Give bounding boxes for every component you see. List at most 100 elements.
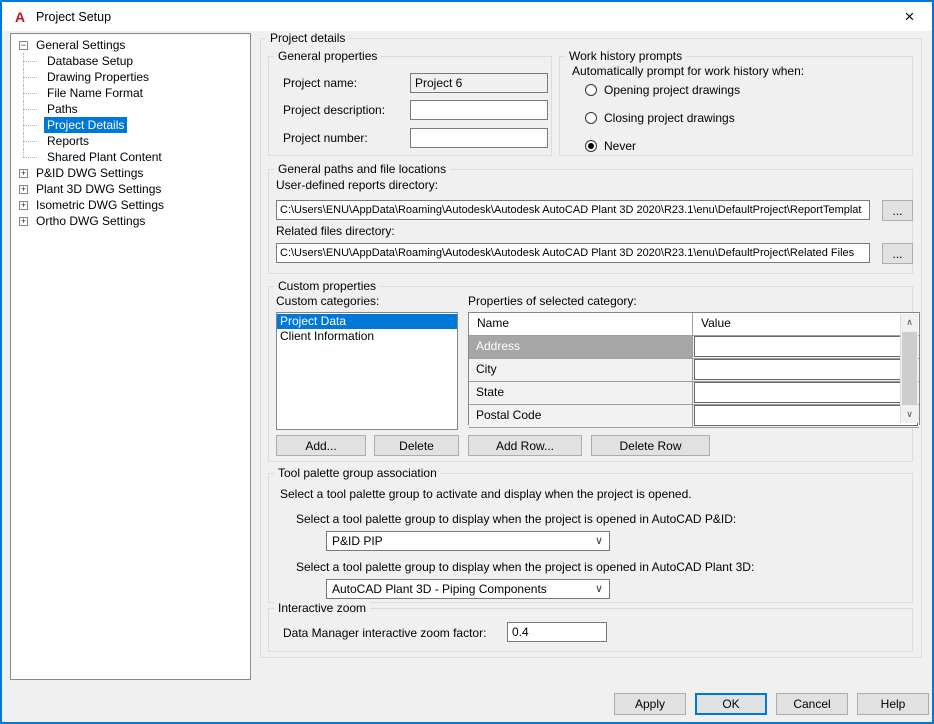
delete-row-button[interactable]: Delete Row — [591, 435, 710, 456]
scroll-down-icon[interactable]: ∨ — [901, 406, 918, 423]
row-value-cell — [693, 359, 919, 381]
window-title: Project Setup — [36, 9, 112, 24]
project-number-field[interactable] — [410, 128, 548, 148]
radio-label: Opening project drawings — [604, 83, 741, 97]
table-header: Name Value — [469, 313, 919, 336]
project-description-field[interactable] — [410, 100, 548, 120]
expand-icon[interactable]: + — [19, 200, 28, 210]
pid-palette-label: Select a tool palette group to display w… — [296, 512, 737, 526]
scrollbar-thumb[interactable] — [902, 332, 917, 405]
tree-item-ortho-dwg-settings[interactable]: + Ortho DWG Settings — [11, 213, 250, 229]
expand-icon[interactable]: + — [19, 216, 28, 226]
row-name-state[interactable]: State — [469, 382, 693, 404]
apply-button[interactable]: Apply — [614, 693, 686, 715]
tree-item-label-selected: Project Details — [44, 117, 128, 133]
reports-directory-field[interactable]: C:\Users\ENU\AppData\Roaming\Autodesk\Au… — [276, 200, 870, 220]
expand-icon[interactable]: + — [19, 168, 28, 178]
cancel-button[interactable]: Cancel — [776, 693, 848, 715]
reports-directory-label: User-defined reports directory: — [276, 178, 439, 192]
ok-button[interactable]: OK — [695, 693, 767, 715]
row-name-address[interactable]: Address — [469, 336, 693, 358]
group-title: General properties — [274, 49, 382, 63]
tree-item-label: P&ID DWG Settings — [36, 166, 144, 180]
project-description-label: Project description: — [283, 103, 386, 117]
project-setup-dialog: A Project Setup × − General Settings Dat… — [0, 0, 934, 724]
row-value-cell — [693, 382, 919, 404]
value-input[interactable] — [694, 382, 918, 403]
tree-item-reports[interactable]: Reports — [11, 133, 250, 149]
radio-opening-project-drawings[interactable]: Opening project drawings — [585, 82, 740, 98]
group-title: Work history prompts — [565, 49, 687, 63]
pid-palette-dropdown[interactable]: P&ID PIP ∨ — [326, 531, 610, 551]
radio-checked-icon — [585, 140, 597, 152]
browse-reports-button[interactable]: ... — [882, 200, 913, 221]
delete-category-button[interactable]: Delete — [374, 435, 459, 456]
expand-icon[interactable]: + — [19, 184, 28, 194]
dropdown-value: AutoCAD Plant 3D - Piping Components — [332, 582, 547, 596]
tree-item-label: Drawing Properties — [47, 70, 150, 84]
custom-categories-listbox: Project Data Client Information — [276, 312, 458, 430]
work-history-prompt-label: Automatically prompt for work history wh… — [572, 64, 805, 78]
group-title: Project details — [266, 31, 350, 45]
tree-item-drawing-properties[interactable]: Drawing Properties — [11, 69, 250, 85]
row-value-cell — [693, 336, 919, 358]
properties-table-label: Properties of selected category: — [468, 294, 637, 308]
group-title: Tool palette group association — [274, 466, 441, 480]
radio-label: Closing project drawings — [604, 111, 735, 125]
category-project-data[interactable]: Project Data — [277, 314, 457, 329]
tree-item-label: General Settings — [36, 38, 126, 52]
tree-item-label: Paths — [47, 102, 78, 116]
radio-label: Never — [604, 139, 637, 153]
chevron-down-icon: ∨ — [594, 535, 603, 547]
close-icon[interactable]: × — [887, 2, 932, 31]
radio-icon — [585, 112, 597, 124]
add-category-button[interactable]: Add... — [276, 435, 366, 456]
tree-item-project-details[interactable]: Project Details — [11, 117, 250, 133]
tree-item-general-settings[interactable]: − General Settings — [11, 37, 250, 53]
category-client-information[interactable]: Client Information — [277, 329, 457, 344]
table-row: City — [469, 359, 919, 382]
tree-item-label: Ortho DWG Settings — [36, 214, 146, 228]
radio-icon — [585, 84, 597, 96]
row-value-cell — [693, 405, 919, 427]
scroll-up-icon[interactable]: ∧ — [901, 314, 918, 331]
column-header-name: Name — [469, 313, 693, 335]
zoom-factor-label: Data Manager interactive zoom factor: — [283, 626, 487, 640]
group-title: General paths and file locations — [274, 162, 451, 176]
value-input[interactable] — [694, 359, 918, 380]
related-files-field[interactable]: C:\Users\ENU\AppData\Roaming\Autodesk\Au… — [276, 243, 870, 263]
tree-item-database-setup[interactable]: Database Setup — [11, 53, 250, 69]
plant3d-palette-dropdown[interactable]: AutoCAD Plant 3D - Piping Components ∨ — [326, 579, 610, 599]
chevron-down-icon: ∨ — [594, 583, 603, 595]
dropdown-value: P&ID PIP — [332, 534, 383, 548]
zoom-factor-field[interactable] — [507, 622, 607, 642]
title-bar: A Project Setup × — [2, 2, 932, 31]
add-row-button[interactable]: Add Row... — [468, 435, 582, 456]
tree-item-isometric-dwg-settings[interactable]: + Isometric DWG Settings — [11, 197, 250, 213]
browse-related-button[interactable]: ... — [882, 243, 913, 264]
settings-tree: − General Settings Database Setup Drawin… — [10, 33, 251, 680]
project-name-field[interactable] — [410, 73, 548, 93]
tree-item-label: Shared Plant Content — [47, 150, 162, 164]
group-title: Interactive zoom — [274, 601, 371, 615]
tree-item-pid-dwg-settings[interactable]: + P&ID DWG Settings — [11, 165, 250, 181]
tree-item-plant3d-dwg-settings[interactable]: + Plant 3D DWG Settings — [11, 181, 250, 197]
autocad-logo-icon: A — [14, 8, 26, 25]
radio-closing-project-drawings[interactable]: Closing project drawings — [585, 110, 735, 126]
value-input[interactable] — [694, 405, 918, 426]
help-button[interactable]: Help — [857, 693, 929, 715]
tree-item-paths[interactable]: Paths — [11, 101, 250, 117]
tree-item-label: Database Setup — [47, 54, 134, 68]
row-name-postal-code[interactable]: Postal Code — [469, 405, 693, 427]
table-scrollbar[interactable]: ∧ ∨ — [900, 314, 918, 423]
row-name-city[interactable]: City — [469, 359, 693, 381]
radio-never[interactable]: Never — [585, 138, 636, 154]
tree-item-file-name-format[interactable]: File Name Format — [11, 85, 250, 101]
tree-item-shared-plant-content[interactable]: Shared Plant Content — [11, 149, 250, 165]
collapse-icon[interactable]: − — [19, 40, 28, 50]
tree-item-label: Plant 3D DWG Settings — [36, 182, 162, 196]
properties-table: Name Value Address City State Postal Cod… — [468, 312, 920, 428]
tool-palette-intro-label: Select a tool palette group to activate … — [280, 487, 692, 501]
tree-item-label: Isometric DWG Settings — [36, 198, 165, 212]
value-input[interactable] — [694, 336, 918, 357]
